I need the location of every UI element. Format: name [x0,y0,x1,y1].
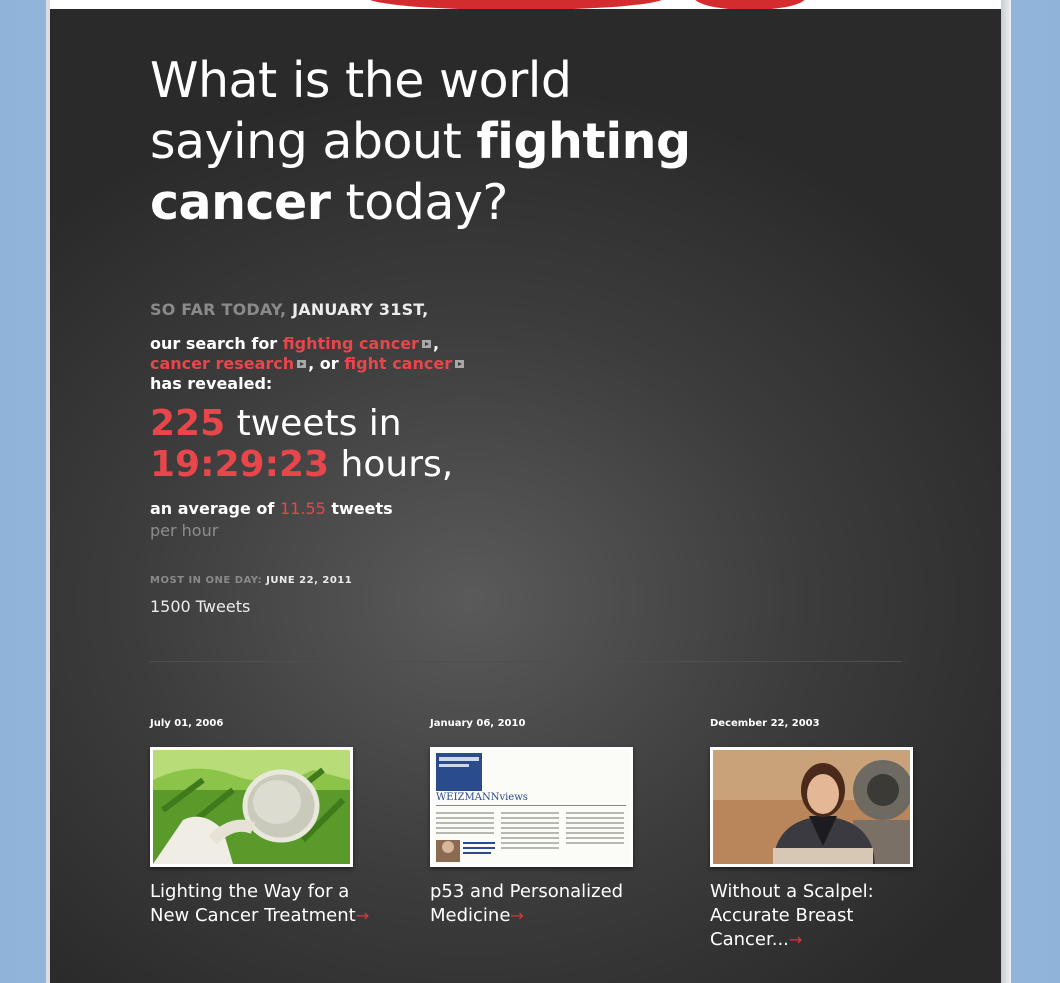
so-far-today: SO FAR TODAY, JANUARY 31ST, [150,300,428,319]
arrow-right-icon: → [355,906,370,925]
external-link-icon[interactable] [297,360,307,368]
tweets-in-label: tweets in [236,403,402,444]
headline-part2: today? [330,174,509,231]
today-date: JANUARY 31ST, [292,300,429,319]
page-content: What is the world saying about fighting … [50,0,1001,983]
petri-dish-image [153,750,350,864]
most-label: MOST IN ONE DAY: [150,575,263,586]
avg-value: 11.55 [279,499,326,518]
article-title-link[interactable]: p53 and Personalized Medicine→ [430,880,650,928]
article-title: p53 and Personalized Medicine [430,881,624,926]
term-link-cancer-research[interactable]: cancer research [150,354,294,373]
term3-label: fight cancer [344,354,453,373]
avg-unit: per hour [150,521,219,540]
hours-label: hours, [340,444,454,485]
article-thumbnail[interactable]: WEIZMANNviews [430,747,633,867]
ribbon-logo-right [694,0,806,9]
article-title-link[interactable]: Without a Scalpel: Accurate Breast Cance… [710,880,930,952]
article-date: January 06, 2010 [430,718,526,729]
so-far-label: SO FAR TODAY, [150,300,287,319]
newsletter-image: WEIZMANNviews [433,750,630,864]
page-title: What is the world saying about fighting … [150,50,710,233]
most-value: 1500 Tweets [150,597,251,616]
arrow-right-icon: → [510,906,524,925]
article-thumbnail[interactable] [150,747,353,867]
avg-prefix: an average of [150,499,275,518]
ribbon-logo-left [366,0,666,9]
separator: , or [308,354,339,373]
duration-value: 19:29:23 [150,444,330,485]
article-card: December 22, 2003 Without a Scalpel: Acc… [710,718,950,950]
external-link-icon[interactable] [455,360,465,368]
arrow-right-icon: → [788,930,803,949]
term2-label: cancer research [150,354,295,373]
separator: , [432,334,440,353]
article-card: July 01, 2006 Lighting the Way for a New… [150,718,390,926]
external-link-icon[interactable] [421,340,431,348]
section-divider [150,661,902,662]
newsletter-brand: WEIZMANNviews [436,792,528,803]
scientist-portrait-image [713,750,910,864]
duration-line: 19:29:23 hours, [150,445,453,485]
tweet-count-line: 225 tweets in [150,404,402,444]
term-link-fight-cancer[interactable]: fight cancer [344,354,452,373]
article-thumbnail[interactable] [710,747,913,867]
article-date: December 22, 2003 [710,718,820,729]
tweet-count: 225 [150,403,226,444]
article-title-link[interactable]: Lighting the Way for a New Cancer Treatm… [150,880,370,928]
window-scrollbar[interactable] [1001,0,1011,983]
revealed-label: has revealed: [150,374,273,393]
term1-label: fighting cancer [282,334,419,353]
article-title: Lighting the Way for a New Cancer Treatm… [150,881,356,926]
search-intro: our search for [150,334,278,353]
term-link-fighting-cancer[interactable]: fighting cancer [283,334,419,353]
most-in-one-day: MOST IN ONE DAY: JUNE 22, 2011 [150,575,352,586]
search-terms: our search for fighting cancer, cancer r… [150,334,510,394]
average-rate: an average of 11.55 tweets per hour [150,498,393,542]
most-date: JUNE 22, 2011 [266,575,353,586]
avg-suffix: tweets [331,499,393,518]
header-banner [50,0,1001,9]
article-date: July 01, 2006 [150,718,224,729]
article-card: January 06, 2010 WEIZMANNviews p53 and P… [430,718,670,926]
